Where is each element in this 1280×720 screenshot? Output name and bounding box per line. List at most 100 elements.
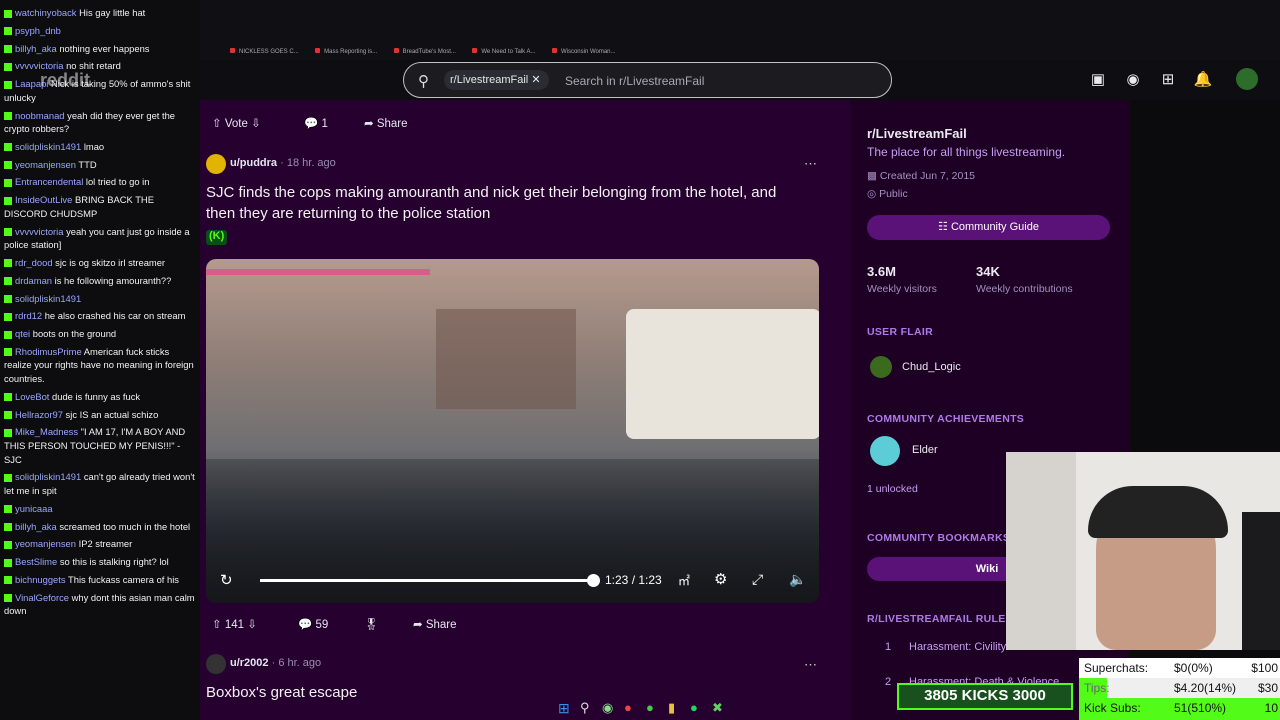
- chat-username[interactable]: Mike_Madness: [15, 426, 78, 437]
- vote-button[interactable]: ⇧ Vote ⇩: [212, 116, 261, 130]
- settings-icon[interactable]: ⚙: [714, 570, 727, 588]
- reddit-logo[interactable]: reddit: [40, 70, 90, 91]
- close-icon[interactable]: ✕: [531, 74, 540, 86]
- bus-shape: [626, 309, 819, 439]
- more-options-icon[interactable]: ⋯: [804, 156, 817, 172]
- chat-message: drdaman is he following amouranth??: [4, 274, 196, 288]
- chat-username[interactable]: watchinyoback: [15, 7, 77, 18]
- bookmark-item[interactable]: Mass Reporting is...: [315, 48, 377, 55]
- chat-username[interactable]: bichnuggets: [15, 574, 66, 585]
- comments-button[interactable]: 💬 59: [298, 617, 328, 631]
- chat-username[interactable]: vvvvvictoria: [15, 226, 63, 237]
- chat-username[interactable]: psyph_dnb: [15, 25, 61, 36]
- kick-badge-icon: [4, 143, 12, 152]
- chat-username[interactable]: solidpliskin1491: [15, 471, 81, 482]
- xbox-icon[interactable]: ✖: [712, 700, 723, 716]
- chat-username[interactable]: billyh_aka: [15, 43, 57, 54]
- app-icon[interactable]: ●: [624, 700, 632, 715]
- share-button[interactable]: ➦ Share: [413, 617, 457, 631]
- chrome-icon[interactable]: ●: [646, 700, 654, 715]
- search-input[interactable]: Search in r/LivestreamFail: [565, 74, 704, 88]
- kick-badge-icon: [4, 330, 12, 339]
- chat-username[interactable]: yunicaaa: [15, 503, 53, 514]
- author-avatar[interactable]: [206, 154, 226, 174]
- chat-username[interactable]: solidpliskin1491: [15, 141, 81, 152]
- chat-message: psyph_dnb: [4, 24, 196, 38]
- chat-username[interactable]: drdaman: [15, 275, 52, 286]
- achievements-heading: COMMUNITY ACHIEVEMENTS: [867, 413, 1025, 425]
- chat-text: screamed too much in the hotel: [59, 520, 191, 532]
- rule-number: 1: [885, 641, 892, 653]
- video-player[interactable]: ↻ 1:23 / 1:23 ㎡ ⚙ ⤢ 🔈: [206, 259, 819, 603]
- achievement-badge-icon: [870, 436, 900, 466]
- visibility: ◎ Public: [867, 188, 908, 200]
- bookmark-item[interactable]: BreadTube's Most...: [393, 48, 456, 55]
- chat-text: sjc is og skitzo irl streamer: [55, 256, 166, 268]
- avatar[interactable]: [1236, 68, 1258, 90]
- user-flair[interactable]: Chud_Logic: [902, 361, 961, 373]
- create-post-icon[interactable]: ⊞: [1157, 69, 1179, 91]
- chat-username[interactable]: billyh_aka: [15, 521, 57, 532]
- chat-username[interactable]: yeomanjensen: [15, 159, 76, 170]
- bookmark-item[interactable]: We Need to Talk A...: [472, 48, 536, 55]
- share-button[interactable]: ➦ Share: [364, 116, 408, 130]
- post-author[interactable]: u/r2002 · 6 hr. ago: [230, 657, 321, 669]
- chat-message: yeomanjensen TTD: [4, 158, 196, 172]
- search-bar[interactable]: ⚲ r/LivestreamFail ✕ Search in r/Livestr…: [403, 62, 892, 98]
- spotify-icon[interactable]: ●: [690, 700, 698, 715]
- chat-username[interactable]: RhodimusPrime: [15, 346, 82, 357]
- stream-chat: watchinyoback His gay little hat psyph_dn…: [0, 0, 200, 720]
- video-seek-track[interactable]: [260, 579, 593, 582]
- kick-badge-icon: [4, 312, 12, 321]
- discord-icon[interactable]: ◉: [602, 700, 613, 716]
- folder-icon[interactable]: ▮: [668, 700, 675, 716]
- kick-badge-icon: [4, 228, 12, 237]
- chat-message: solidpliskin1491 lmao: [4, 140, 196, 154]
- subreddit-chip[interactable]: r/LivestreamFail ✕: [444, 70, 549, 90]
- video-time: 1:23 / 1:23: [605, 573, 662, 587]
- post-title[interactable]: SJC finds the cops making amouranth and …: [206, 182, 806, 224]
- author-avatar[interactable]: [206, 654, 226, 674]
- chat-username[interactable]: LoveBot: [15, 391, 49, 402]
- achievement-name[interactable]: Elder: [912, 444, 938, 456]
- windows-start-icon[interactable]: ⊞: [558, 700, 570, 717]
- chat-username[interactable]: rdrd12: [15, 310, 42, 321]
- chat-username[interactable]: Hellrazor97: [15, 409, 63, 420]
- post-title[interactable]: Boxbox's great escape: [206, 684, 357, 701]
- comments-button[interactable]: 💬 1: [304, 116, 328, 130]
- video-seek-handle[interactable]: [587, 574, 600, 587]
- unlocked-count[interactable]: 1 unlocked: [867, 483, 918, 495]
- chat-username[interactable]: solidpliskin1491: [15, 293, 81, 304]
- captions-icon[interactable]: ㎡: [678, 572, 690, 589]
- chat-username[interactable]: qtei: [15, 328, 30, 339]
- bookmark-item[interactable]: NICKLESS GOES C...: [230, 48, 299, 55]
- more-options-icon[interactable]: ⋯: [804, 657, 817, 673]
- fullscreen-icon[interactable]: ⤢: [752, 571, 763, 588]
- chat-username[interactable]: yeomanjensen: [15, 538, 76, 549]
- chat-username[interactable]: BestSlime: [15, 556, 57, 567]
- notifications-icon[interactable]: 🔔: [1192, 69, 1214, 91]
- volume-icon[interactable]: 🔈: [789, 571, 806, 588]
- chat-icon[interactable]: ◉: [1122, 69, 1144, 91]
- chat-username[interactable]: rdr_dood: [15, 257, 53, 268]
- kick-badge-icon: [4, 259, 12, 268]
- replay-icon[interactable]: ↻: [220, 571, 233, 589]
- award-icon[interactable]: 🎖: [364, 617, 379, 631]
- search-icon[interactable]: ⚲: [580, 700, 590, 716]
- chat-username[interactable]: Entrancendental: [15, 176, 83, 187]
- kick-badge-icon: [4, 45, 12, 54]
- rule-item[interactable]: Harassment: Civility: [909, 641, 1006, 653]
- bookmark-item[interactable]: Wisconsin Woman...: [551, 48, 616, 55]
- post-author[interactable]: u/puddra · 18 hr. ago: [230, 157, 336, 169]
- chat-message: Laapapi Nick is taking 50% of ammo's shi…: [4, 77, 196, 104]
- community-guide-button[interactable]: ☷ Community Guide: [867, 215, 1110, 240]
- advertise-icon[interactable]: ▣: [1087, 69, 1109, 91]
- chat-username[interactable]: VinalGeforce: [15, 592, 69, 603]
- chat-username[interactable]: InsideOutLive: [15, 194, 72, 205]
- chat-message: yeomanjensen IP2 streamer: [4, 537, 196, 551]
- kick-badge-icon: [4, 411, 12, 420]
- vote-button[interactable]: ⇧ 141 ⇩: [212, 617, 257, 631]
- chat-message: Entrancendental lol tried to go in: [4, 175, 196, 189]
- kick-badge-icon: [4, 348, 12, 357]
- chat-username[interactable]: noobmanad: [15, 110, 65, 121]
